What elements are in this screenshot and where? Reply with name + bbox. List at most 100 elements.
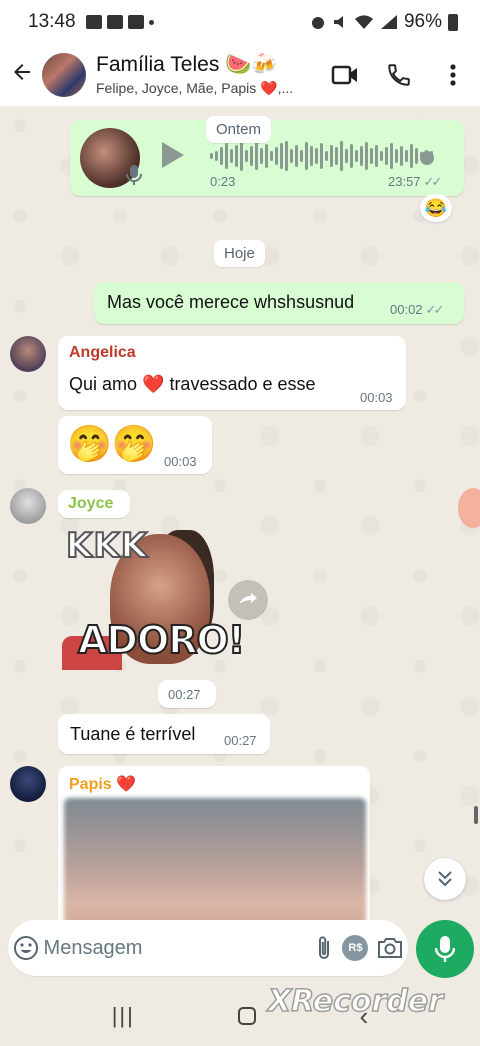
waveform-bar	[265, 144, 268, 168]
waveform-bar	[235, 145, 238, 167]
read-ticks-icon: ✓✓	[425, 302, 445, 317]
date-chip-today: Hoje	[214, 240, 265, 267]
recents-icon[interactable]: |||	[112, 1003, 135, 1029]
waveform-bar	[345, 149, 348, 163]
incoming-image-message[interactable]: Papis ❤️	[58, 766, 370, 920]
scroll-to-bottom-button[interactable]	[424, 858, 466, 900]
waveform-bar	[240, 141, 243, 171]
group-info[interactable]: Família Teles 🍉🍻 Felipe, Joyce, Mãe, Pap…	[96, 53, 318, 97]
more-notifications-icon	[148, 19, 154, 25]
avatar-papis[interactable]	[10, 766, 46, 802]
sticker-time-chip: 00:27	[158, 680, 216, 708]
waveform-bar	[365, 142, 368, 170]
waveform-bar	[250, 146, 253, 166]
alarm-icon	[311, 17, 324, 29]
waveform-bar	[405, 150, 408, 162]
waveform-bar	[385, 147, 388, 165]
message-text: Mas você merece whshsusnud	[107, 292, 355, 312]
voice-record-button[interactable]	[416, 920, 474, 978]
emoji-message: 🤭🤭	[67, 423, 157, 464]
wifi-icon	[354, 15, 373, 29]
incoming-message[interactable]: 🤭🤭 00:03	[58, 416, 212, 474]
payment-button[interactable]: R$	[340, 935, 371, 961]
waveform-bar	[280, 143, 283, 169]
double-chevron-down-icon	[438, 871, 452, 887]
waveform-bar	[375, 145, 378, 167]
message-time: 00:27	[224, 733, 257, 748]
more-options-icon[interactable]	[426, 63, 480, 87]
waveform-bar	[370, 148, 373, 164]
signal-icon	[380, 15, 397, 29]
back-arrow-icon[interactable]	[2, 60, 42, 91]
incoming-message[interactable]: Angelica Qui amo ❤️ travessado e esse 00…	[58, 336, 406, 410]
voice-scrubber[interactable]	[420, 151, 434, 165]
play-icon[interactable]	[162, 142, 184, 168]
waveform-bar	[355, 150, 358, 162]
message-input[interactable]	[43, 936, 309, 960]
waveform-bar	[325, 151, 328, 161]
avatar-angelica[interactable]	[10, 336, 46, 372]
sender-name[interactable]: Angelica	[69, 344, 136, 362]
emoji-icon[interactable]	[8, 935, 44, 961]
waveform-bar	[320, 143, 323, 169]
reaction-badge[interactable]: 😂	[420, 194, 452, 222]
app-notification-icon	[127, 15, 144, 29]
waveform-bar	[275, 147, 278, 165]
waveform-bar	[270, 151, 273, 161]
message-text: Qui amo ❤️ travessado e esse	[69, 374, 316, 394]
waveform-bar	[400, 146, 403, 166]
battery-icon	[448, 13, 458, 31]
voice-waveform[interactable]	[210, 140, 436, 172]
sticker-bottom-text: ADORO!	[77, 617, 246, 663]
sender-name: Joyce	[68, 495, 114, 512]
waveform-bar	[300, 150, 303, 162]
notification-icons	[85, 15, 154, 29]
chat-header: Família Teles 🍉🍻 Felipe, Joyce, Mãe, Pap…	[0, 44, 480, 106]
scrollbar-thumb[interactable]	[474, 806, 478, 824]
image-preview[interactable]	[64, 798, 366, 920]
battery-percent: 96%	[403, 11, 442, 32]
waveform-bar	[350, 144, 353, 168]
attach-icon[interactable]	[309, 935, 340, 961]
message-time-text: 00:02	[390, 302, 423, 317]
message-time: 00:27	[168, 687, 201, 702]
waveform-bar	[245, 150, 248, 162]
waveform-bar	[315, 148, 318, 164]
waveform-bar	[415, 148, 418, 164]
video-notification-icon	[85, 15, 102, 29]
sticker-top-text: KKK	[65, 525, 149, 567]
video-call-icon[interactable]	[318, 64, 372, 86]
chat-area[interactable]: 0:23 23:57 ✓✓ Ontem 😂 Hoje Mas você merec…	[0, 106, 480, 920]
voice-call-icon[interactable]	[372, 62, 426, 88]
incoming-message[interactable]: Tuane é terrível 00:27	[58, 714, 270, 754]
date-chip-yesterday: Ontem	[206, 116, 272, 143]
waveform-bar	[215, 151, 218, 161]
mic-badge-icon	[126, 165, 142, 185]
home-icon[interactable]	[238, 1007, 257, 1025]
recorder-watermark: XRecorder	[267, 983, 443, 1020]
group-avatar[interactable]	[42, 53, 86, 97]
mute-icon	[333, 16, 343, 28]
camera-icon[interactable]	[371, 937, 408, 959]
forward-icon[interactable]	[228, 580, 268, 620]
waveform-bar	[210, 153, 213, 159]
outgoing-message[interactable]: Mas você merece whshsusnud 00:02 ✓✓	[94, 282, 464, 324]
waveform-bar	[360, 146, 363, 166]
sender-name[interactable]: Papis ❤️	[69, 774, 136, 794]
read-ticks-icon: ✓✓	[423, 174, 443, 189]
group-title: Família Teles 🍉🍻	[96, 53, 278, 76]
waveform-bar	[260, 148, 263, 164]
message-text: Tuane é terrível	[70, 724, 196, 744]
sender-chip[interactable]: Joyce	[58, 490, 130, 518]
avatar-joyce[interactable]	[10, 488, 46, 524]
waveform-bar	[220, 147, 223, 165]
floating-bubble[interactable]	[458, 488, 480, 528]
waveform-bar	[410, 144, 413, 168]
payment-icon: R$	[342, 935, 369, 961]
voice-time: 23:57 ✓✓	[388, 174, 443, 190]
message-time: 00:03	[360, 390, 393, 405]
waveform-bar	[255, 142, 258, 170]
sticker-message[interactable]: KKK ADORO!	[58, 525, 246, 672]
waveform-bar	[225, 143, 228, 169]
waveform-bar	[310, 146, 313, 166]
